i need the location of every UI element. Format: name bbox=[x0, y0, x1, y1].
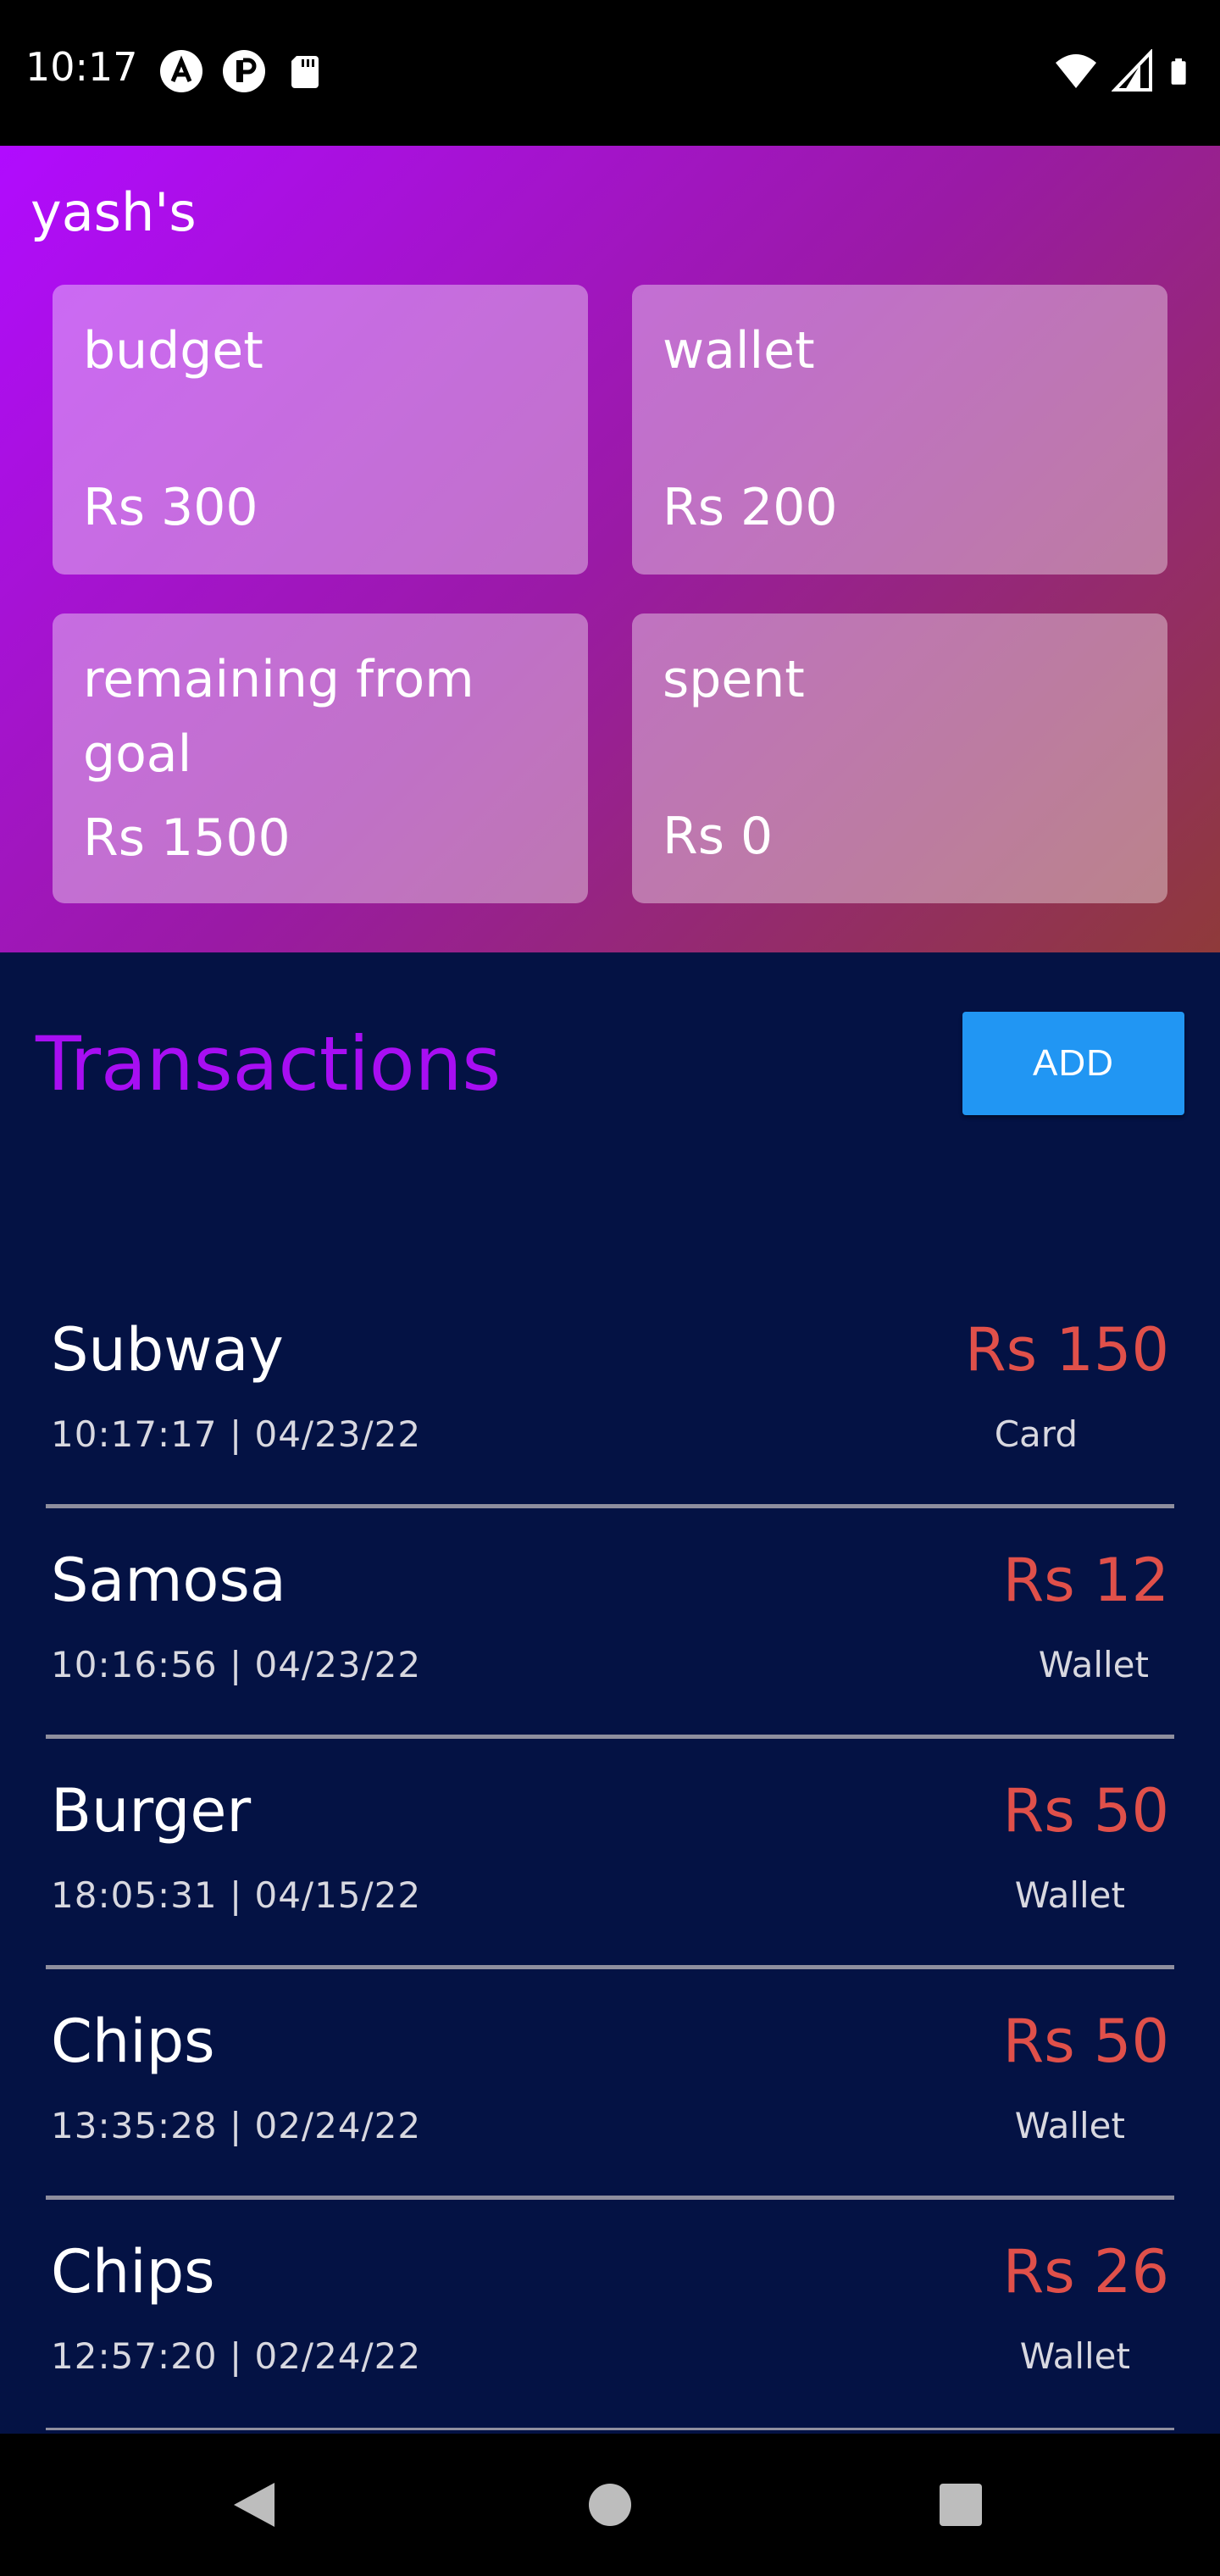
transaction-amount: Rs 50 bbox=[1002, 2007, 1169, 2076]
recents-button[interactable] bbox=[893, 2434, 1029, 2576]
status-bar: 10:17 bbox=[0, 0, 1220, 146]
transaction-datetime: 12:57:20 | 02/24/22 bbox=[51, 2335, 422, 2377]
card-label: budget bbox=[83, 321, 263, 380]
transaction-row[interactable]: Subway 10:17:17 | 04/23/22 Rs 150 Card bbox=[46, 1278, 1174, 1508]
transaction-row[interactable]: Burger 18:05:31 | 04/15/22 Rs 50 Wallet bbox=[46, 1739, 1174, 1969]
home-icon bbox=[589, 2484, 631, 2526]
transaction-datetime: 18:05:31 | 04/15/22 bbox=[51, 1874, 422, 1916]
transaction-name: Burger bbox=[51, 1776, 252, 1846]
back-button[interactable] bbox=[186, 2434, 322, 2576]
card-label: remaining from goal bbox=[83, 650, 474, 784]
transaction-datetime: 13:35:28 | 02/24/22 bbox=[51, 2105, 422, 2146]
add-transaction-button[interactable]: ADD bbox=[962, 1012, 1184, 1115]
remaining-goal-card[interactable]: remaining from goal Rs 1500 bbox=[53, 613, 588, 903]
transaction-name: Chips bbox=[51, 2237, 215, 2307]
transaction-method: Card bbox=[994, 1413, 1078, 1455]
status-left-icons bbox=[159, 49, 329, 93]
budget-card[interactable]: budget Rs 300 bbox=[53, 285, 588, 575]
transaction-name: Subway bbox=[51, 1315, 284, 1385]
home-button[interactable] bbox=[542, 2434, 678, 2576]
summary-header: yash's budget Rs 300 wallet Rs 200 remai… bbox=[0, 146, 1220, 952]
card-value: Rs 1500 bbox=[83, 808, 291, 868]
transactions-section: Transactions ADD Subway 10:17:17 | 04/23… bbox=[0, 952, 1220, 2434]
p-icon bbox=[223, 50, 265, 92]
battery-icon bbox=[1171, 58, 1186, 85]
card-value: Rs 200 bbox=[663, 478, 838, 537]
transactions-title: Transactions bbox=[36, 1020, 502, 1108]
transaction-name: Chips bbox=[51, 2007, 215, 2076]
recents-icon bbox=[940, 2484, 982, 2526]
spent-card[interactable]: spent Rs 0 bbox=[632, 613, 1167, 903]
transaction-method: Wallet bbox=[1038, 1644, 1149, 1685]
transaction-method: Wallet bbox=[1014, 1874, 1125, 1916]
transaction-amount: Rs 150 bbox=[965, 1315, 1169, 1385]
status-time: 10:17 bbox=[25, 44, 138, 90]
system-nav-bar bbox=[0, 2434, 1220, 2576]
status-right-icons bbox=[1054, 49, 1198, 93]
card-value: Rs 300 bbox=[83, 478, 258, 537]
transaction-amount: Rs 12 bbox=[1002, 1546, 1169, 1615]
owner-name: yash's bbox=[30, 181, 197, 243]
sd-card-icon bbox=[291, 56, 319, 88]
card-value: Rs 0 bbox=[663, 807, 774, 866]
wifi-icon bbox=[1056, 54, 1096, 88]
a-icon bbox=[160, 50, 202, 92]
transaction-row[interactable]: Samosa 10:16:56 | 04/23/22 Rs 12 Wallet bbox=[46, 1508, 1174, 1739]
transaction-amount: Rs 26 bbox=[1002, 2237, 1169, 2307]
transaction-name: Samosa bbox=[51, 1546, 286, 1615]
back-icon bbox=[234, 2483, 274, 2527]
transaction-datetime: 10:16:56 | 04/23/22 bbox=[51, 1644, 422, 1685]
signal-icon bbox=[1112, 49, 1152, 92]
transaction-row[interactable]: Chips 12:57:20 | 02/24/22 Rs 26 Wallet bbox=[46, 2200, 1174, 2430]
transaction-row[interactable]: Chips 13:35:28 | 02/24/22 Rs 50 Wallet bbox=[46, 1969, 1174, 2200]
transaction-method: Wallet bbox=[1019, 2335, 1130, 2377]
transaction-amount: Rs 50 bbox=[1002, 1776, 1169, 1846]
transaction-method: Wallet bbox=[1014, 2105, 1125, 2146]
card-label: spent bbox=[663, 650, 805, 709]
card-label: wallet bbox=[663, 321, 815, 380]
wallet-card[interactable]: wallet Rs 200 bbox=[632, 285, 1167, 575]
transaction-datetime: 10:17:17 | 04/23/22 bbox=[51, 1413, 422, 1455]
